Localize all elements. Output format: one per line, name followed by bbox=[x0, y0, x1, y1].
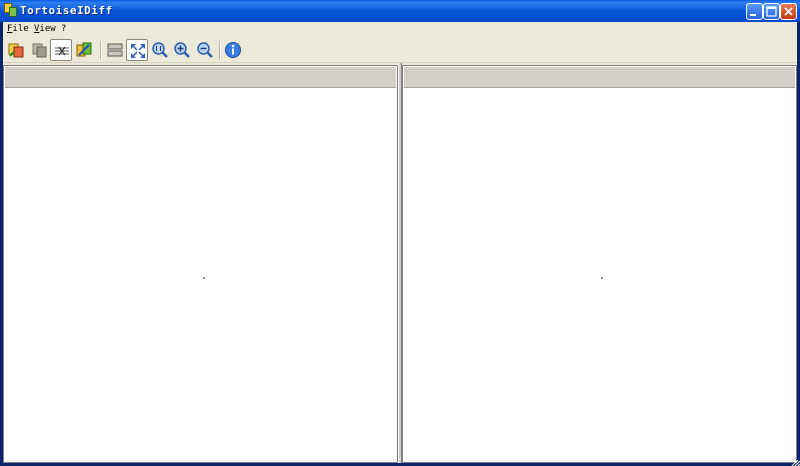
fit-together-button[interactable] bbox=[73, 39, 95, 61]
zoom-out-icon bbox=[197, 42, 213, 58]
menu-view[interactable]: View bbox=[34, 24, 56, 34]
original-size-button[interactable] bbox=[149, 39, 171, 61]
fit-image-button[interactable] bbox=[126, 39, 148, 61]
fit-image-icon bbox=[131, 44, 145, 58]
minimize-icon bbox=[750, 14, 756, 16]
client-area bbox=[3, 63, 797, 463]
zoom-in-icon bbox=[174, 42, 190, 58]
right-pane-header bbox=[404, 67, 795, 88]
vertical-layout-button[interactable] bbox=[104, 39, 126, 61]
minimize-button[interactable] bbox=[746, 3, 763, 20]
blend-icon bbox=[32, 43, 47, 58]
overlay-icon bbox=[8, 43, 24, 58]
close-button[interactable] bbox=[780, 3, 797, 20]
menu-bar: File View ? bbox=[3, 22, 797, 38]
link-images-button[interactable] bbox=[50, 39, 72, 61]
left-image-pane[interactable] bbox=[3, 65, 398, 463]
toolbar bbox=[3, 38, 797, 63]
info-icon bbox=[225, 42, 241, 58]
zoom-out-button[interactable] bbox=[194, 39, 216, 61]
window-title: TortoiseIDiff bbox=[20, 4, 113, 17]
left-image-placeholder bbox=[203, 277, 205, 279]
title-bar[interactable]: TortoiseIDiff bbox=[0, 0, 800, 22]
toolbar-separator bbox=[219, 41, 221, 59]
close-icon bbox=[784, 7, 793, 16]
image-info-button[interactable] bbox=[222, 39, 244, 61]
link-images-icon bbox=[55, 46, 69, 56]
blend-button[interactable] bbox=[28, 39, 50, 61]
zoom-in-button[interactable] bbox=[171, 39, 193, 61]
maximize-icon bbox=[766, 6, 777, 17]
maximize-button[interactable] bbox=[763, 3, 780, 20]
menu-help[interactable]: ? bbox=[61, 24, 66, 34]
right-image-pane[interactable] bbox=[402, 65, 797, 463]
right-image-placeholder bbox=[601, 277, 603, 279]
tortoiseidiff-app-icon bbox=[4, 3, 17, 17]
left-pane-header bbox=[5, 67, 396, 88]
menu-file-label: ile bbox=[12, 24, 29, 34]
menu-view-label: iew bbox=[39, 24, 56, 34]
app-window: TortoiseIDiff File View ? bbox=[0, 0, 800, 466]
vertical-layout-icon bbox=[107, 43, 123, 57]
toolbar-separator bbox=[100, 41, 102, 59]
original-size-icon bbox=[152, 42, 168, 58]
resize-grip[interactable] bbox=[788, 460, 800, 466]
overlay-button[interactable] bbox=[5, 39, 27, 61]
menu-file[interactable]: File bbox=[7, 24, 29, 34]
fit-together-icon bbox=[76, 42, 92, 57]
